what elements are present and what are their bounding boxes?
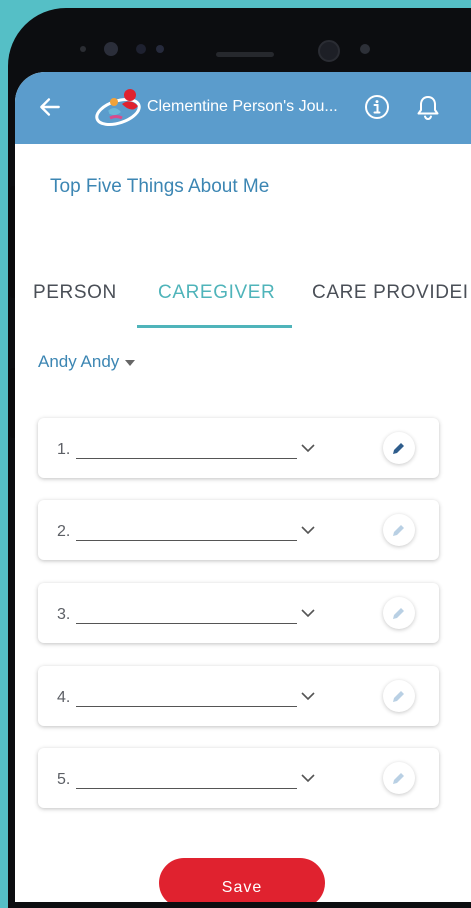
- list-item[interactable]: 3.: [38, 583, 439, 643]
- chevron-down-icon[interactable]: [300, 524, 316, 536]
- save-button[interactable]: Save: [159, 858, 325, 902]
- item-blank-line: [76, 540, 297, 541]
- tab-care-provider[interactable]: CARE PROVIDEI: [312, 282, 469, 304]
- edit-button[interactable]: [383, 597, 415, 629]
- info-icon[interactable]: [363, 93, 391, 121]
- edit-button[interactable]: [383, 680, 415, 712]
- earpiece-speaker: [216, 52, 274, 57]
- chevron-down-icon[interactable]: [300, 607, 316, 619]
- tab-person[interactable]: PERSON: [33, 282, 117, 304]
- chevron-down-icon[interactable]: [300, 772, 316, 784]
- app-title: Clementine Person's Jou...: [147, 98, 338, 115]
- arrow-left-icon[interactable]: [37, 94, 63, 120]
- page-title: Top Five Things About Me: [50, 176, 270, 197]
- list-item[interactable]: 1.: [38, 418, 439, 478]
- pencil-icon: [393, 525, 404, 536]
- pencil-icon: [393, 443, 404, 454]
- sensor-dot: [360, 44, 370, 54]
- edit-button[interactable]: [383, 432, 415, 464]
- sensor-dot: [104, 42, 118, 56]
- item-number: 2.: [57, 523, 71, 540]
- item-blank-line: [76, 788, 297, 789]
- sensor-dot: [80, 46, 86, 52]
- edit-button[interactable]: [383, 762, 415, 794]
- app-logo: [95, 89, 141, 126]
- sensor-dot: [156, 45, 164, 53]
- item-number: 3.: [57, 606, 71, 623]
- pencil-icon: [393, 773, 404, 784]
- chevron-down-icon[interactable]: [300, 690, 316, 702]
- bell-icon[interactable]: [413, 92, 443, 122]
- item-number: 4.: [57, 689, 71, 706]
- item-number: 5.: [57, 771, 71, 788]
- sensor-dot: [136, 44, 146, 54]
- app-screen: Clementine Person's Jou... Top Five Thin…: [15, 72, 471, 902]
- pencil-icon: [393, 691, 404, 702]
- list-item[interactable]: 2.: [38, 500, 439, 560]
- chevron-down-icon[interactable]: [300, 442, 316, 454]
- item-number: 1.: [57, 441, 71, 458]
- tab-caregiver[interactable]: CAREGIVER: [158, 282, 275, 304]
- edit-button[interactable]: [383, 514, 415, 546]
- front-camera: [318, 40, 340, 62]
- active-tab-indicator: [137, 325, 292, 328]
- list-item[interactable]: 4.: [38, 666, 439, 726]
- item-blank-line: [76, 706, 297, 707]
- item-blank-line: [76, 623, 297, 624]
- item-blank-line: [76, 458, 297, 459]
- list-item[interactable]: 5.: [38, 748, 439, 808]
- caret-down-icon: [125, 359, 136, 366]
- person-selector[interactable]: Andy Andy: [38, 352, 136, 372]
- pencil-icon: [393, 608, 404, 619]
- person-selector-value: Andy Andy: [38, 352, 120, 371]
- app-bar: Clementine Person's Jou...: [15, 72, 471, 144]
